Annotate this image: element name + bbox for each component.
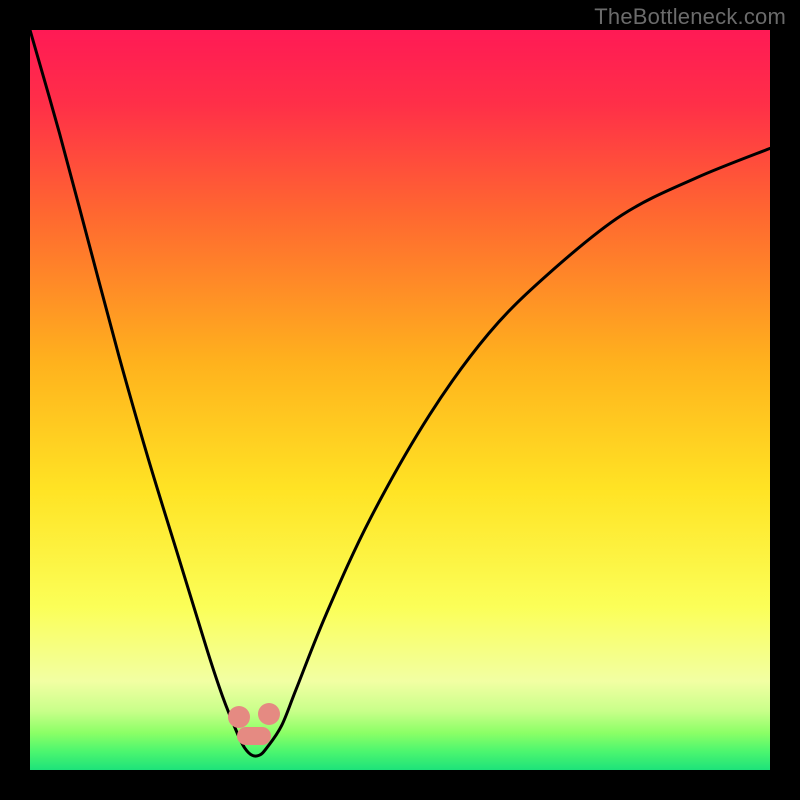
chart-frame: TheBottleneck.com: [0, 0, 800, 800]
optimum-markers: [30, 30, 770, 770]
watermark-text: TheBottleneck.com: [594, 4, 786, 30]
marker-dot: [258, 703, 280, 725]
plot-area: [30, 30, 770, 770]
marker-dot: [237, 727, 271, 745]
marker-dot: [228, 706, 250, 728]
